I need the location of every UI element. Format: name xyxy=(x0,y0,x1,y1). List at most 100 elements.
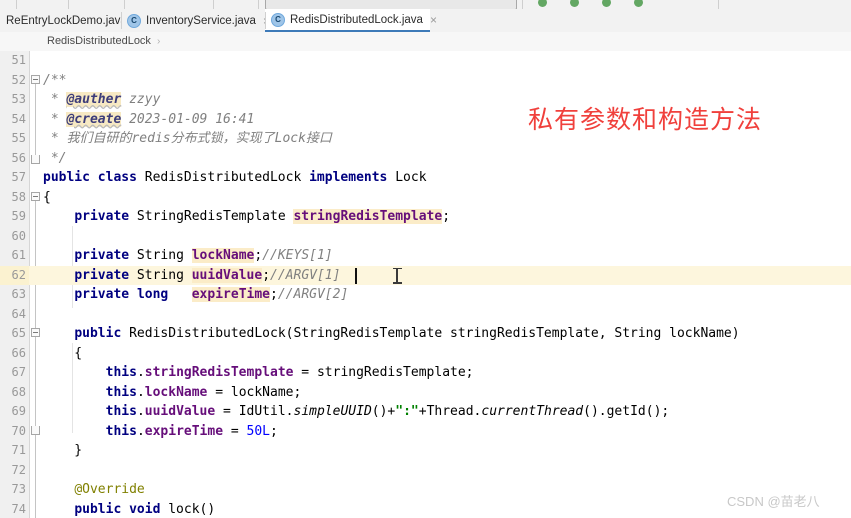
line-text: public void lock() xyxy=(74,501,216,517)
line-number: 55 xyxy=(11,131,26,145)
code-line[interactable]: 63 private long expireTime;//ARGV[2] xyxy=(12,285,851,305)
profile-icon[interactable] xyxy=(634,0,645,9)
line-text: { xyxy=(43,189,51,205)
line-number: 63 xyxy=(11,287,26,301)
code-line[interactable]: 60 xyxy=(12,227,851,247)
code-line[interactable]: 70 this.expireTime = 50L; xyxy=(12,422,851,442)
line-number: 66 xyxy=(11,345,26,360)
line-text: this.lockName = lockName; xyxy=(105,384,302,400)
line-text: * @auther zzyy xyxy=(43,92,161,107)
code-line[interactable]: 68 this.lockName = lockName; xyxy=(12,383,851,403)
line-number: 60 xyxy=(11,228,26,243)
tab-divider xyxy=(265,12,266,29)
line-text: @Override xyxy=(74,482,145,497)
line-text: private long expireTime;//ARGV[2] xyxy=(74,287,349,302)
line-text: private String uuidValue;//ARGV[1] xyxy=(74,267,341,283)
code-line[interactable]: 51 xyxy=(12,51,851,71)
code-line[interactable]: 64 xyxy=(12,305,851,325)
chevron-right-icon: › xyxy=(157,36,161,47)
fold-marker-constructor[interactable] xyxy=(31,328,40,337)
fold-end-marker-javadoc[interactable] xyxy=(31,155,40,164)
toolbar-separator xyxy=(124,0,125,9)
line-number: 52 xyxy=(11,72,26,87)
code-line[interactable]: 58 { xyxy=(12,188,851,208)
line-number: 62 xyxy=(11,267,26,282)
line-number: 54 xyxy=(11,111,26,126)
line-text: this.expireTime = 50L; xyxy=(105,423,278,439)
fold-line xyxy=(35,84,36,155)
line-number: 51 xyxy=(11,53,26,67)
tab-divider xyxy=(121,12,122,29)
fold-line xyxy=(35,337,36,433)
close-icon[interactable]: × xyxy=(430,14,437,26)
line-text: */ xyxy=(43,150,67,166)
code-line[interactable]: 65 public RedisDistributedLock(StringRed… xyxy=(12,324,851,344)
line-number: 67 xyxy=(11,365,26,379)
line-number: 73 xyxy=(11,482,26,496)
line-text: public class RedisDistributedLock implem… xyxy=(43,170,427,185)
breadcrumb-class[interactable]: RedisDistributedLock xyxy=(47,35,151,47)
line-text: * @create 2023-01-09 16:41 xyxy=(43,111,255,127)
line-text: /** xyxy=(43,72,67,88)
tab-label: ReEntryLockDemo.java xyxy=(6,14,127,27)
code-line-current[interactable]: 62 private String uuidValue;//ARGV[1] xyxy=(0,265,851,285)
line-number: 59 xyxy=(11,209,26,223)
line-number: 72 xyxy=(11,462,26,477)
line-number: 56 xyxy=(11,150,26,165)
code-line[interactable]: 71 } xyxy=(12,441,851,461)
code-line[interactable]: 61 private String lockName;//KEYS[1] xyxy=(12,246,851,266)
line-text: { xyxy=(43,345,83,361)
tab-label: InventoryService.java xyxy=(146,14,256,27)
csdn-watermark: CSDN @苗老八 xyxy=(727,494,820,509)
idea-editor-window: ReEntryLockDemo.java × C InventoryServic… xyxy=(0,0,851,518)
toolbar-separator xyxy=(258,0,259,9)
fold-marker-javadoc[interactable] xyxy=(31,75,40,84)
line-number: 70 xyxy=(11,423,26,438)
run-icon[interactable] xyxy=(538,0,549,9)
editor-tab-bar: ReEntryLockDemo.java × C InventoryServic… xyxy=(0,9,851,33)
debug-icon[interactable] xyxy=(570,0,581,9)
line-text: this.stringRedisTemplate = stringRedisTe… xyxy=(105,365,474,380)
line-text: } xyxy=(43,443,83,458)
toolbar-separator xyxy=(522,0,523,9)
code-line[interactable]: 72 xyxy=(12,461,851,481)
line-number: 57 xyxy=(11,170,26,184)
line-number: 65 xyxy=(11,326,26,340)
coverage-icon[interactable] xyxy=(602,0,613,9)
tab-reentrylockdemo[interactable]: ReEntryLockDemo.java × xyxy=(0,9,141,32)
line-text: * 我们自研的redis分布式锁，实现了Lock接口 xyxy=(43,131,332,146)
code-line[interactable]: 69 this.uuidValue = IdUtil.simpleUUID()+… xyxy=(12,402,851,422)
line-number: 69 xyxy=(11,404,26,418)
line-number: 68 xyxy=(11,384,26,399)
tab-inventoryservice[interactable]: C InventoryService.java × xyxy=(121,9,270,32)
line-number: 71 xyxy=(11,443,26,457)
red-annotation-text: 私有参数和构造方法 xyxy=(528,105,763,134)
tab-label: RedisDistributedLock.java xyxy=(290,13,423,26)
code-line[interactable]: 59 private StringRedisTemplate stringRed… xyxy=(12,207,851,227)
toolbar-separator xyxy=(16,0,17,9)
java-class-icon: C xyxy=(271,12,285,27)
line-text: this.uuidValue = IdUtil.simpleUUID()+":"… xyxy=(105,404,670,419)
line-number: 61 xyxy=(11,248,26,262)
text-caret xyxy=(355,267,357,284)
code-line[interactable]: 56 */ xyxy=(12,149,851,169)
code-line[interactable]: 57 public class RedisDistributedLock imp… xyxy=(12,168,851,188)
toolbar-separator xyxy=(213,0,214,9)
fold-marker-class[interactable] xyxy=(31,192,40,201)
tab-redisdistributedlock[interactable]: C RedisDistributedLock.java × xyxy=(265,9,437,32)
line-number: 64 xyxy=(11,306,26,321)
fold-end-marker-constructor[interactable] xyxy=(31,426,40,435)
line-number: 74 xyxy=(11,501,26,516)
code-line[interactable]: 67 this.stringRedisTemplate = stringRedi… xyxy=(12,363,851,383)
code-line[interactable]: 66 { xyxy=(12,344,851,364)
toolbar-separator xyxy=(718,0,719,9)
line-text: private StringRedisTemplate stringRedisT… xyxy=(74,209,451,224)
toolbar-separator xyxy=(68,0,69,9)
line-text: private String lockName;//KEYS[1] xyxy=(74,248,333,263)
line-text: public RedisDistributedLock(StringRedisT… xyxy=(74,326,740,341)
mouse-ibeam-cursor xyxy=(393,267,402,284)
java-class-icon: C xyxy=(127,13,141,28)
line-number: 58 xyxy=(11,189,26,204)
line-number: 53 xyxy=(11,92,26,106)
code-line[interactable]: 52 /** xyxy=(12,71,851,91)
